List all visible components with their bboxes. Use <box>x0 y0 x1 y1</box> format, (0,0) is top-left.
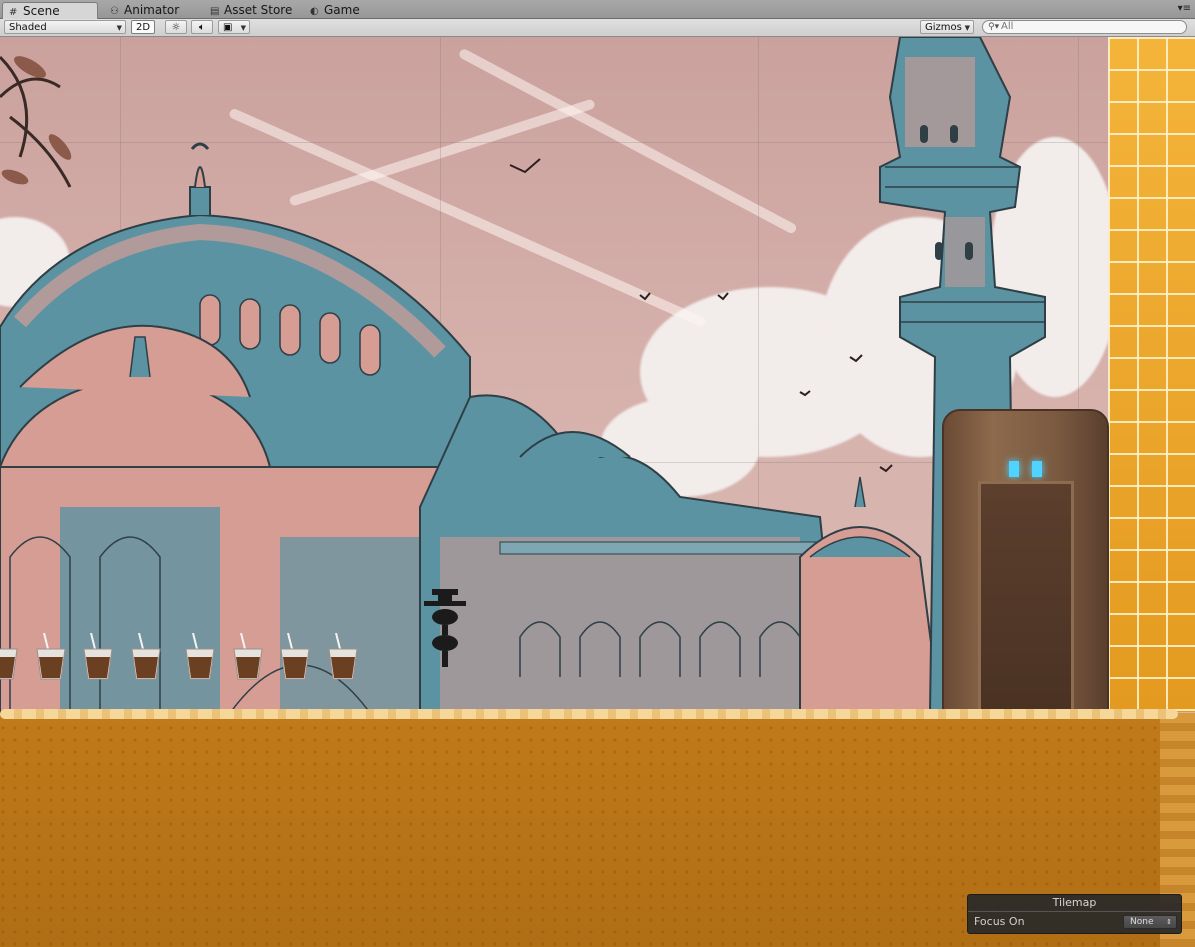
coffee-cup-collectible[interactable] <box>183 633 217 681</box>
lighting-toggle[interactable]: ☼ <box>165 20 187 34</box>
tab-menu-icon[interactable]: ▾≡ <box>1178 3 1191 14</box>
tab-scene-label: Scene <box>23 4 60 18</box>
search-icon: ⚲▾ <box>988 22 1000 32</box>
door-panel <box>978 481 1074 711</box>
2d-mode-button[interactable]: 2D <box>131 20 155 34</box>
focus-on-dropdown[interactable]: None ⇕ <box>1123 915 1177 929</box>
divider <box>968 911 1181 912</box>
chevron-down-icon: ▼ <box>964 24 970 32</box>
store-icon: ▤ <box>210 6 220 17</box>
hookah-sprite[interactable] <box>424 587 466 667</box>
scene-toolbar: Shaded ▼ 2D ☼ 🔈︎ ▣ ▼ Gizmos ▼ ⚲▾ All <box>0 19 1195 37</box>
tab-animator[interactable]: ⚇ Animator <box>104 2 200 18</box>
search-placeholder: All <box>1001 21 1014 32</box>
brick-wall-tiles <box>1108 37 1195 712</box>
shading-mode-dropdown[interactable]: Shaded ▼ <box>4 20 126 34</box>
door-light <box>1009 461 1019 477</box>
sun-icon: ☼ <box>171 22 181 33</box>
tab-scene[interactable]: # Scene <box>2 2 98 19</box>
coffee-cup-collectible[interactable] <box>0 633 20 681</box>
2d-mode-label: 2D <box>135 22 151 33</box>
chevron-down-icon: ▼ <box>116 24 122 32</box>
focus-on-value: None <box>1130 917 1154 927</box>
chevron-down-icon: ▼ <box>240 24 246 32</box>
coffee-cup-collectible[interactable] <box>81 633 115 681</box>
effects-dropdown[interactable]: ▣ ▼ <box>218 20 250 34</box>
focus-on-label: Focus On <box>974 915 1025 928</box>
gizmos-dropdown[interactable]: Gizmos ▼ <box>920 20 974 34</box>
editor-tab-bar: # Scene ⚇ Animator ▤ Asset Store ◐ Game ▾≡ <box>0 0 1195 19</box>
tab-asset-store-label: Asset Store <box>224 3 293 17</box>
tilemap-overlay-panel: Tilemap Focus On None ⇕ <box>967 894 1182 934</box>
animator-icon: ⚇ <box>110 6 119 17</box>
coffee-cup-collectible[interactable] <box>326 633 360 681</box>
scene-view[interactable]: Tilemap Focus On None ⇕ <box>0 37 1195 947</box>
audio-toggle[interactable]: 🔈︎ <box>191 20 213 34</box>
tab-asset-store[interactable]: ▤ Asset Store <box>204 2 304 18</box>
coffee-cup-collectible[interactable] <box>34 633 68 681</box>
tab-game[interactable]: ◐ Game <box>304 2 384 18</box>
game-icon: ◐ <box>310 6 319 17</box>
tab-animator-label: Animator <box>124 3 180 17</box>
shading-mode-value: Shaded <box>9 22 47 33</box>
door-light <box>1032 461 1042 477</box>
image-icon: ▣ <box>223 22 233 33</box>
coffee-cup-collectible[interactable] <box>129 633 163 681</box>
ground-top-edge <box>0 709 1178 719</box>
coffee-cup-collectible[interactable] <box>231 633 265 681</box>
chevron-updown-icon: ⇕ <box>1166 918 1172 926</box>
tab-game-label: Game <box>324 3 360 17</box>
gizmos-label: Gizmos <box>925 22 962 33</box>
speaker-icon: 🔈︎ <box>199 22 205 33</box>
tilemap-title: Tilemap <box>1052 896 1097 909</box>
exit-door-sprite[interactable] <box>942 409 1109 713</box>
hierarchy-search-input[interactable]: ⚲▾ All <box>982 20 1187 34</box>
coffee-cup-collectible[interactable] <box>278 633 312 681</box>
